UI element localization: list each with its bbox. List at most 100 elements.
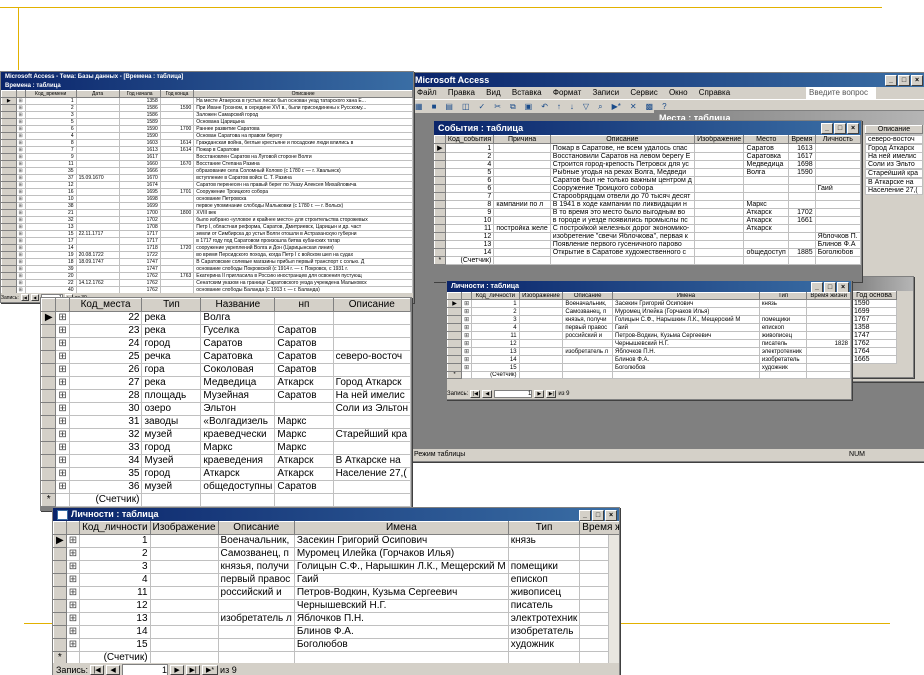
table-cell[interactable]: 1674 <box>118 181 161 189</box>
table-cell[interactable] <box>814 168 861 177</box>
table-cell[interactable]: Голицын С.Ф., Нарышкин Л.К., Мещерский М <box>293 560 509 574</box>
row-selector[interactable] <box>41 376 57 390</box>
table-cell[interactable]: Эльтон <box>200 402 276 416</box>
table-cell[interactable]: Сооружение Троицкого собора <box>549 184 695 193</box>
table-cell[interactable]: Яблочков П.Н. <box>293 612 509 626</box>
table-cell[interactable] <box>75 223 120 231</box>
table-row[interactable]: ⊞ 12 1674 Саратов перенесен на правый берег… <box>1 181 413 189</box>
table-row[interactable]: 1767 <box>851 315 897 324</box>
table-cell[interactable]: В Аткарске на <box>865 178 923 187</box>
table-cell[interactable]: 8 <box>24 139 77 147</box>
table-cell[interactable]: 1617 <box>118 153 161 161</box>
row-selector[interactable] <box>41 467 57 481</box>
table-cell[interactable] <box>788 224 816 233</box>
table-cell[interactable]: город <box>141 337 202 351</box>
table-cell[interactable]: князь <box>507 534 581 548</box>
expand-icon[interactable]: ⊞ <box>65 638 81 652</box>
row-selector[interactable] <box>1 160 17 168</box>
row-selector[interactable] <box>53 560 67 574</box>
table-cell[interactable]: 13 <box>471 347 520 356</box>
table-cell[interactable]: основание Петровска <box>193 195 413 203</box>
table-cell[interactable] <box>75 104 120 112</box>
row-selector[interactable] <box>1 244 17 252</box>
table-cell[interactable] <box>806 299 851 308</box>
table-cell[interactable] <box>217 638 295 652</box>
table-cell[interactable]: 7 <box>24 146 77 154</box>
expand-icon[interactable]: ⊞ <box>15 209 26 217</box>
table-cell[interactable] <box>758 307 808 316</box>
table-cell[interactable]: 11 <box>471 331 520 340</box>
table-cell[interactable] <box>693 192 745 201</box>
row-selector[interactable] <box>434 200 446 209</box>
table-cell[interactable] <box>814 216 861 225</box>
table-cell[interactable] <box>75 216 120 224</box>
expand-icon[interactable]: ⊞ <box>55 402 70 416</box>
table-cell[interactable]: общедоступ <box>743 248 790 257</box>
expand-icon[interactable]: ⊞ <box>15 146 26 154</box>
expand-icon[interactable]: ⊞ <box>15 251 26 259</box>
table-cell[interactable]: музей <box>141 428 202 442</box>
menu-records[interactable]: Записи <box>593 88 620 97</box>
table-cell[interactable]: 1762 <box>851 339 897 348</box>
paste-icon[interactable]: ▣ <box>525 102 533 111</box>
table-cell[interactable]: Саратов <box>274 350 334 364</box>
table-row[interactable]: ⊞ 15 22.11.1717 1717 земли от Симбирска до у… <box>1 230 413 238</box>
row-selector[interactable] <box>434 216 446 225</box>
table-cell[interactable] <box>693 224 745 233</box>
table-cell[interactable]: 1767 <box>851 315 897 324</box>
database-icon[interactable]: ▩ <box>646 102 654 111</box>
table-cell[interactable]: 6 <box>444 184 495 193</box>
table-cell[interactable]: Блинов Ф.А. <box>293 625 509 639</box>
filter-icon[interactable]: ▽ <box>583 102 589 111</box>
table-cell[interactable] <box>332 480 411 494</box>
table-cell[interactable]: Саратов был не только важным центром д <box>549 176 695 185</box>
table-cell[interactable] <box>159 118 195 126</box>
table-cell[interactable]: Военачальник, <box>217 534 295 548</box>
next-record-icon[interactable]: ▶ <box>170 664 185 675</box>
table-row[interactable]: ⊞ 34 Музей краеведения Аткарск В Аткарске на <box>41 454 411 468</box>
row-selector[interactable] <box>53 599 67 613</box>
table-cell[interactable]: 1 <box>79 534 151 548</box>
table-row[interactable]: ⊞ 11 российский и Петров-Водкин, Кузьма Сер… <box>447 331 851 340</box>
table-cell[interactable]: Пожар в Саратове, не всем удалось спас <box>549 143 695 153</box>
column-header[interactable]: Описание <box>332 298 411 312</box>
table-cell[interactable] <box>743 240 790 249</box>
table-cell[interactable]: 15.09.1670 <box>75 174 120 182</box>
expand-icon[interactable]: ⊞ <box>15 174 26 182</box>
table-cell[interactable] <box>159 279 195 287</box>
table-row[interactable]: ⊞ 3 князья, получи Голицын С.Ф., Нарышкин Л… <box>447 315 851 324</box>
table-cell[interactable]: 1717 <box>118 230 161 238</box>
table-cell[interactable]: 20 <box>24 272 77 280</box>
table-row[interactable]: северо-восточ <box>865 135 923 144</box>
table-cell[interactable]: 1614 <box>159 139 195 147</box>
column-header[interactable]: Изображение <box>149 521 219 535</box>
maximize-icon[interactable]: □ <box>592 510 604 521</box>
row-selector[interactable] <box>1 181 17 189</box>
table-cell[interactable]: изобретатель <box>507 625 581 639</box>
column-header[interactable]: Время жизни <box>579 521 619 535</box>
new-record-row[interactable]: * (Счетчик) <box>434 256 861 265</box>
table-cell[interactable]: В Саратовские солевые магазины прибыл пе… <box>193 258 413 266</box>
table-cell[interactable]: река <box>141 324 202 338</box>
table-cell[interactable] <box>788 232 816 241</box>
table-row[interactable]: ⊞ 25 речка Саратовка Саратов северо-восточ <box>41 350 411 364</box>
table-cell[interactable]: 1590 <box>118 132 161 140</box>
table-cell[interactable]: изобретатель л <box>217 612 295 626</box>
table-cell[interactable]: сооружение укреплений Волга и Дон (Цариц… <box>193 244 413 252</box>
table-cell[interactable]: северо-восточ <box>865 135 923 144</box>
table-cell[interactable]: «Волгадизель <box>200 415 276 429</box>
table-row[interactable]: 1358 <box>851 323 897 332</box>
table-cell[interactable]: В то время это место было выгодным во <box>549 208 695 217</box>
table-cell[interactable] <box>75 125 120 133</box>
table-cell[interactable]: Самозванец, п <box>217 547 295 561</box>
table-cell[interactable] <box>788 184 816 193</box>
table-cell[interactable] <box>743 184 790 193</box>
table-cell[interactable] <box>518 299 564 308</box>
table-cell[interactable] <box>806 363 851 372</box>
row-selector[interactable] <box>1 265 17 273</box>
table-row[interactable]: ⊞ 31 заводы «Волгадизель Маркс <box>41 415 411 429</box>
table-cell[interactable] <box>518 363 564 372</box>
table-cell[interactable] <box>332 311 411 325</box>
table-row[interactable]: ⊞ 9 1617 Восстановлен Саратов на Луговой ст… <box>1 153 413 161</box>
table-row[interactable]: ⊞ 6 1590 1700 Раннее развитие Саратова <box>1 125 413 133</box>
